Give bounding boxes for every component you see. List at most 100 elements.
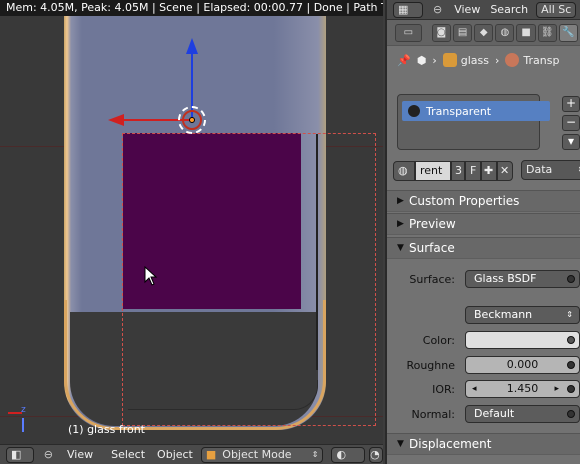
panel-preview[interactable]: ▶ Preview xyxy=(387,213,580,235)
link-data-label: Data xyxy=(526,163,553,176)
tab-camera-icon[interactable]: ◙ xyxy=(431,23,451,42)
breadcrumb-object-label: glass xyxy=(460,53,489,67)
object-origin xyxy=(189,117,195,123)
axis-widget-z xyxy=(22,418,24,432)
surface-shader-select[interactable]: Glass BSDF xyxy=(465,270,580,288)
normal-row: Normal: Default xyxy=(387,403,580,425)
object-mode-icon: ■ xyxy=(205,447,217,461)
viewport-header: ◧ ⊖ View Select Object ■ Object Mode ⇕ ◐… xyxy=(0,444,383,464)
tab-world-icon[interactable]: ◍ xyxy=(495,23,515,42)
tab-object-icon[interactable]: ■ xyxy=(516,23,536,42)
material-slot-item[interactable]: Transparent xyxy=(402,101,550,121)
socket-icon xyxy=(567,336,575,344)
menu-view[interactable]: View xyxy=(67,448,93,461)
pin-icon[interactable]: 📌 xyxy=(397,54,411,67)
add-slot-button[interactable]: + xyxy=(562,96,580,112)
tab-render-layers-icon[interactable]: ▤ xyxy=(452,23,473,42)
breadcrumb-material: Transp xyxy=(505,53,559,67)
socket-icon xyxy=(567,361,575,369)
3d-viewport[interactable]: z (1) glass front Mem: 4.05M, Peak: 4.05… xyxy=(0,0,383,464)
chevron-right-icon: › xyxy=(432,53,437,67)
surface-label: Surface: xyxy=(409,272,455,286)
socket-icon xyxy=(567,385,575,393)
distribution-value: Beckmann xyxy=(474,308,533,321)
fake-user-button[interactable]: F xyxy=(465,161,481,181)
slot-specials-button[interactable]: ▾ xyxy=(562,134,580,150)
gizmo-x-arrow-icon[interactable] xyxy=(108,114,124,126)
panel-title: Preview xyxy=(409,217,456,231)
menu-object[interactable]: Object xyxy=(157,448,193,461)
plus-icon: ✚ xyxy=(484,164,494,177)
object-info-label: (1) glass front xyxy=(68,423,145,436)
menu-view[interactable]: View xyxy=(454,3,480,16)
ior-field[interactable]: ◂ 1.450 ▸ xyxy=(465,380,580,398)
roughness-label: Roughne xyxy=(406,358,455,372)
slot-side-buttons: + − ▾ xyxy=(562,96,580,153)
panel-displacement[interactable]: ▼ Displacement xyxy=(387,433,580,455)
roughness-row: Roughne 0.000 xyxy=(387,354,580,376)
context-tabs: ▭ ◙ ▤ ◆ ◍ ■ ⛓ 🔧 xyxy=(387,20,580,46)
remove-slot-button[interactable]: − xyxy=(562,115,580,131)
panel-custom-properties[interactable]: ▶ Custom Properties xyxy=(387,190,580,212)
dropdown-arrows-icon: ⇕ xyxy=(311,449,319,459)
material-name-field[interactable]: rent xyxy=(415,161,451,181)
editor-type-button[interactable]: ◧ xyxy=(6,446,34,463)
link-data-select[interactable]: Data ⇕ xyxy=(521,160,580,180)
increment-arrow-icon[interactable]: ▸ xyxy=(554,381,559,397)
color-swatch[interactable] xyxy=(465,331,580,349)
panel-surface[interactable]: ▼ Surface xyxy=(387,237,580,259)
roughness-field[interactable]: 0.000 xyxy=(465,356,580,374)
color-row: Color: xyxy=(387,329,580,351)
search-filter-select[interactable]: All Sc xyxy=(536,1,577,18)
menu-select[interactable]: Select xyxy=(111,448,145,461)
collapsed-triangle-icon: ▶ xyxy=(397,219,404,229)
dropdown-arrows-icon: ⇕ xyxy=(566,310,573,319)
axis-widget-x xyxy=(8,412,22,414)
material-slot-list[interactable]: Transparent xyxy=(397,94,550,150)
shading-select[interactable]: ◐ xyxy=(331,446,366,463)
mode-select[interactable]: ■ Object Mode ⇕ xyxy=(200,446,324,463)
panel-title: Surface xyxy=(409,241,455,255)
roughness-value: 0.000 xyxy=(506,358,539,371)
material-sphere-icon xyxy=(505,53,520,67)
scene-icon: ⬢ xyxy=(416,53,427,67)
material-browse-button[interactable]: ◍ xyxy=(393,161,415,181)
decrement-arrow-icon[interactable]: ◂ xyxy=(472,381,477,397)
mode-label: Object Mode xyxy=(222,447,292,461)
panel-title: Displacement xyxy=(409,437,492,451)
expanded-triangle-icon: ▼ xyxy=(397,243,404,253)
material-browse-icon: ◍ xyxy=(398,164,408,177)
ior-row: IOR: ◂ 1.450 ▸ xyxy=(387,378,580,400)
properties-editor-type-button[interactable]: ▦ xyxy=(393,1,423,18)
new-material-button[interactable]: ✚ xyxy=(481,161,497,181)
expanded-triangle-icon: ▼ xyxy=(397,439,404,449)
material-datablock-row: ◍ rent 3 F ✚ ✕ Data ⇕ xyxy=(393,160,580,182)
material-slot-icon xyxy=(408,105,420,117)
collapsed-triangle-icon: ▶ xyxy=(397,196,404,206)
sphere-shading-icon: ◐ xyxy=(336,447,347,461)
selection-outline xyxy=(122,133,376,426)
tab-modifiers-icon[interactable]: 🔧 xyxy=(558,23,578,42)
collapse-menu-icon[interactable]: ⊖ xyxy=(433,3,442,16)
pivot-select[interactable]: ◔ xyxy=(369,446,383,463)
blender-window: z (1) glass front Mem: 4.05M, Peak: 4.05… xyxy=(0,0,580,464)
close-icon: ✕ xyxy=(500,164,510,177)
cube-icon: ◧ xyxy=(11,447,22,461)
tab-render-icon[interactable]: ▭ xyxy=(395,23,422,42)
tab-scene-icon[interactable]: ◆ xyxy=(474,23,494,42)
pivot-icon: ◔ xyxy=(370,447,380,461)
distribution-select[interactable]: Beckmann ⇕ xyxy=(465,306,580,324)
object-cube-icon xyxy=(442,53,457,67)
normal-select[interactable]: Default xyxy=(465,405,580,423)
menu-search[interactable]: Search xyxy=(490,3,528,16)
gizmo-z-arrow-icon[interactable] xyxy=(186,38,198,54)
ior-value: 1.450 xyxy=(506,382,539,395)
surface-row: Surface: Glass BSDF xyxy=(387,268,580,290)
surface-shader-value: Glass BSDF xyxy=(474,272,537,285)
material-users-count[interactable]: 3 xyxy=(451,161,465,181)
collapse-menu-icon[interactable]: ⊖ xyxy=(44,448,53,461)
unlink-material-button[interactable]: ✕ xyxy=(497,161,513,181)
tab-constraints-icon[interactable]: ⛓ xyxy=(537,23,557,42)
socket-icon xyxy=(567,410,575,418)
breadcrumb-object: glass xyxy=(442,53,489,67)
